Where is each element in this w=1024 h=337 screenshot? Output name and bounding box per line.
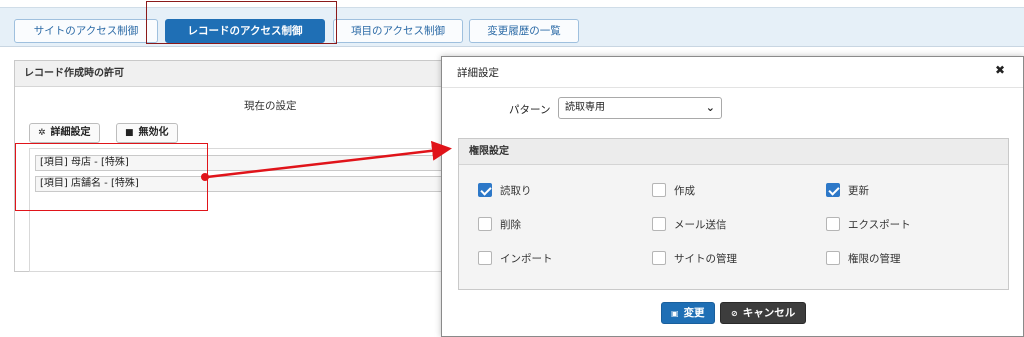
permission-export[interactable]: エクスポート [826,217,911,233]
checkbox-create[interactable] [652,183,666,197]
checkbox-read[interactable] [478,183,492,197]
active-tab-highlight-frame [146,1,337,44]
checkbox-send-mail[interactable] [652,217,666,231]
dialog-title: 詳細設定 [457,67,499,79]
cancel-icon: ⊘ [731,309,738,318]
checkbox-update[interactable] [826,183,840,197]
permission-manage-site[interactable]: サイトの管理 [652,251,737,267]
tab-item-access-control[interactable]: 項目のアクセス制御 [333,19,463,43]
checkbox-import[interactable] [478,251,492,265]
pattern-select[interactable]: 読取専用 ⌄ [558,97,722,119]
selected-items-highlight-frame [15,143,208,211]
advanced-settings-dialog: 詳細設定 ✖ パターン 読取専用 ⌄ 権限設定 読取り 作成 更新 削除 メール… [441,56,1024,337]
divider [442,87,1023,88]
chevron-down-icon: ⌄ [705,101,715,114]
pattern-label: パターン [509,104,551,116]
permission-update[interactable]: 更新 [826,183,869,199]
permission-send-mail[interactable]: メール送信 [652,217,727,233]
gear-icon: ✲ [38,128,46,138]
tab-change-history[interactable]: 変更履歴の一覧 [469,19,579,43]
checkbox-manage-permissions[interactable] [826,251,840,265]
current-settings-label: 現在の設定 [244,100,297,112]
checkbox-manage-site[interactable] [652,251,666,265]
pattern-select-value: 読取専用 [565,102,605,113]
checkbox-export[interactable] [826,217,840,231]
permission-manage-permissions[interactable]: 権限の管理 [826,251,901,267]
stop-icon: ■ [125,128,134,138]
permission-create[interactable]: 作成 [652,183,695,199]
close-icon[interactable]: ✖ [995,63,1005,77]
permission-import[interactable]: インポート [478,251,553,267]
tab-site-access-control[interactable]: サイトのアクセス制御 [14,19,158,43]
change-button[interactable]: ▣ 変更 [661,302,715,324]
checkbox-delete[interactable] [478,217,492,231]
permission-read[interactable]: 読取り [478,183,532,199]
permission-delete[interactable]: 削除 [478,217,521,233]
advanced-settings-button[interactable]: ✲ 詳細設定 [29,123,100,143]
save-icon: ▣ [671,309,679,318]
permission-settings-header: 権限設定 [459,139,1008,165]
disable-button[interactable]: ■ 無効化 [116,123,178,143]
cancel-button[interactable]: ⊘ キャンセル [720,302,807,324]
permission-settings-box: 権限設定 読取り 作成 更新 削除 メール送信 エクスポート インポート サイト… [458,138,1009,290]
